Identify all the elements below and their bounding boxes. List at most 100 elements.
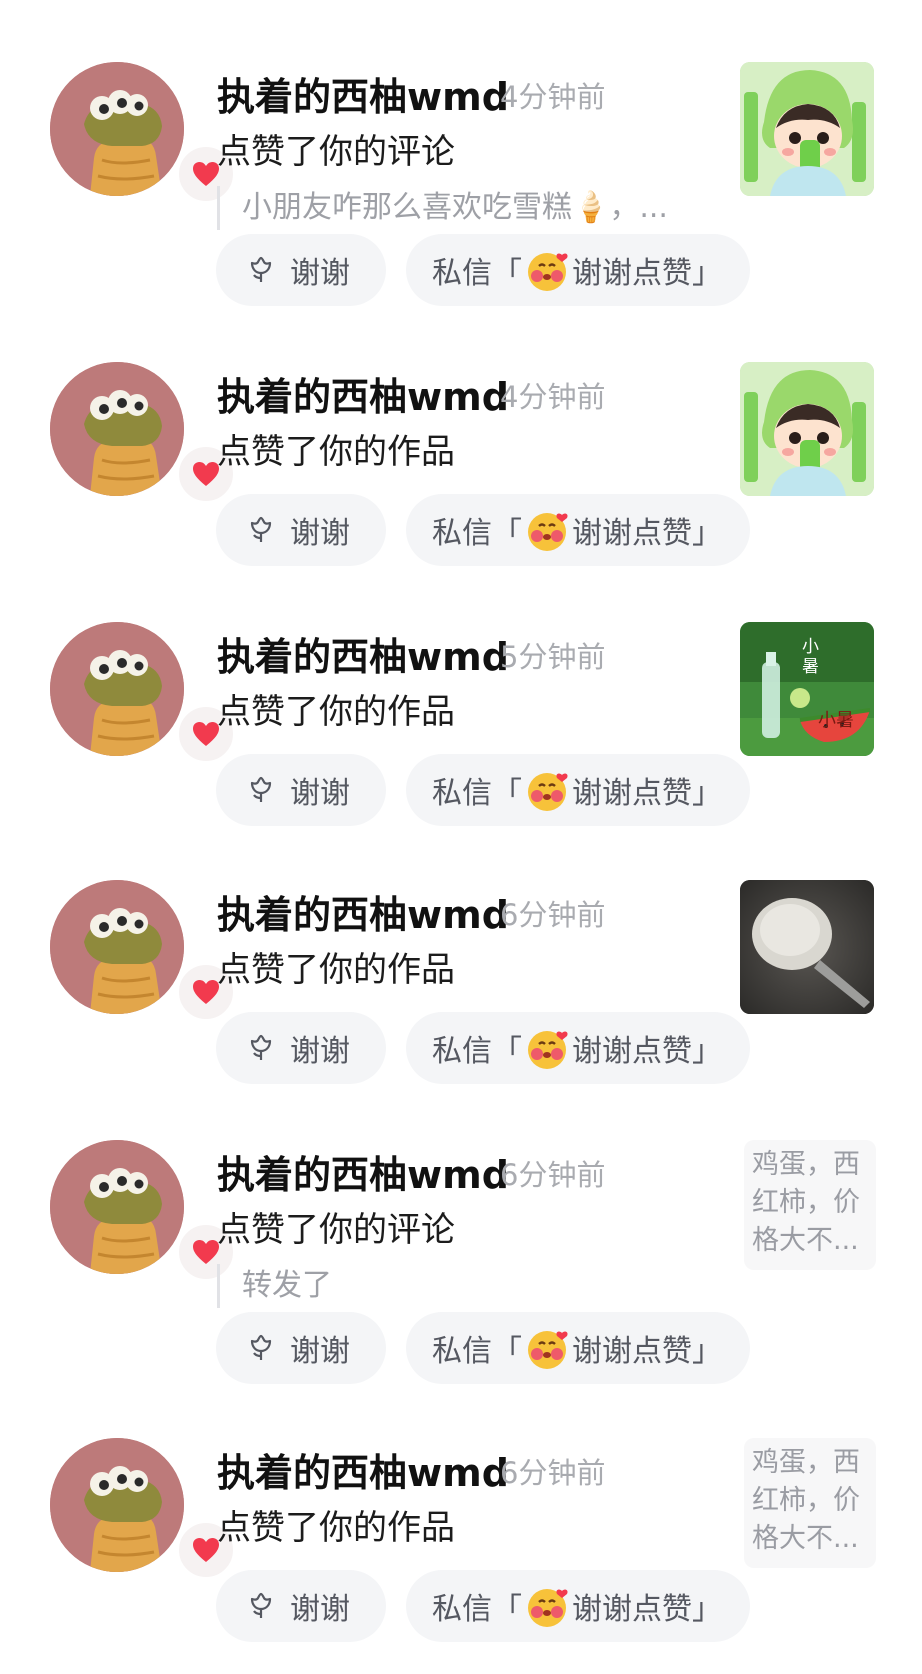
dm-thanks-button[interactable]: 私信「 谢谢点赞 」 [406, 1312, 750, 1384]
blush-emoji-icon [524, 1325, 570, 1371]
dm-thanks-button[interactable]: 私信「 谢谢点赞 」 [406, 754, 750, 826]
dm-text: 谢谢点赞 [572, 1034, 692, 1069]
thanks-button-label: 谢谢 [290, 776, 350, 811]
flower-icon [246, 1591, 276, 1621]
action-text: 点赞了你的作品 [217, 692, 455, 732]
avatar-image [50, 880, 184, 1014]
notification-item[interactable]: 执着的西柚wmd 5分钟前 点赞了你的作品 谢谢 私信「 谢谢点赞 」 小 暑 … [0, 622, 922, 880]
blush-emoji-icon [524, 247, 570, 293]
flower-icon [246, 255, 276, 285]
dm-thanks-button[interactable]: 私信「 谢谢点赞 」 [406, 494, 750, 566]
thumbnail-text-line: 红柿，价 [752, 1187, 860, 1218]
blush-emoji-icon [524, 1583, 570, 1629]
notification-item[interactable]: 执着的西柚wmd 4分钟前 点赞了你的作品 谢谢 私信「 谢谢点赞 」 [0, 362, 922, 622]
notification-item[interactable]: 执着的西柚wmd 6分钟前 点赞了你的作品 谢谢 私信「 谢谢点赞 」 鸡蛋，西… [0, 1438, 922, 1674]
post-thumbnail-image [740, 362, 874, 496]
dm-prefix: 私信「 [432, 256, 522, 291]
heart-icon [192, 1239, 220, 1265]
heart-icon [192, 721, 220, 747]
avatar[interactable] [50, 62, 236, 204]
thumbnail-text-line: 格大不... [752, 1225, 859, 1256]
thumbnail-text-line: 格大不... [752, 1523, 859, 1554]
thanks-button[interactable]: 谢谢 [216, 1312, 386, 1384]
post-thumbnail[interactable] [740, 62, 874, 196]
thumbnail-text-line: 红柿，价 [752, 1485, 860, 1516]
action-text: 点赞了你的作品 [217, 432, 455, 472]
dm-prefix: 私信「 [432, 776, 522, 811]
heart-icon [192, 161, 220, 187]
dm-text: 谢谢点赞 [572, 1334, 692, 1369]
post-thumbnail-image [740, 62, 874, 196]
heart-icon [192, 461, 220, 487]
dm-prefix: 私信「 [432, 1334, 522, 1369]
action-text: 点赞了你的评论 [217, 1210, 455, 1250]
username[interactable]: 执着的西柚wmd [217, 66, 509, 121]
action-text: 点赞了你的作品 [217, 950, 455, 990]
dm-text: 谢谢点赞 [572, 1592, 692, 1627]
post-thumbnail[interactable]: 小 暑 小暑 [740, 622, 874, 756]
username[interactable]: 执着的西柚wmd [217, 1144, 509, 1199]
dm-thanks-button[interactable]: 私信「 谢谢点赞 」 [406, 1570, 750, 1642]
dm-suffix: 」 [692, 256, 722, 291]
thanks-button-label: 谢谢 [290, 1592, 350, 1627]
timestamp: 4分钟前 [500, 380, 606, 414]
action-text: 点赞了你的评论 [217, 132, 455, 172]
avatar-image [50, 62, 184, 196]
dm-text: 谢谢点赞 [572, 256, 692, 291]
action-text: 点赞了你的作品 [217, 1508, 455, 1548]
quoted-comment[interactable]: 转发了 [217, 1264, 332, 1308]
thanks-button[interactable]: 谢谢 [216, 1012, 386, 1084]
flower-icon [246, 1333, 276, 1363]
dm-text: 谢谢点赞 [572, 516, 692, 551]
thanks-button[interactable]: 谢谢 [216, 494, 386, 566]
blush-emoji-icon [524, 1025, 570, 1071]
dm-text: 谢谢点赞 [572, 776, 692, 811]
avatar[interactable] [50, 1438, 236, 1580]
timestamp: 5分钟前 [500, 640, 606, 674]
post-text-thumbnail[interactable]: 鸡蛋，西红柿，价格大不... [744, 1438, 876, 1568]
notification-item[interactable]: 执着的西柚wmd 4分钟前 点赞了你的评论 小朋友咋那么喜欢吃雪糕🍦，... 谢… [0, 62, 922, 362]
thumbnail-text-line: 鸡蛋，西 [752, 1447, 860, 1478]
dm-prefix: 私信「 [432, 1592, 522, 1627]
avatar-image [50, 1140, 184, 1274]
username[interactable]: 执着的西柚wmd [217, 1442, 509, 1497]
avatar-image [50, 362, 184, 496]
timestamp: 6分钟前 [500, 1456, 606, 1490]
notification-item[interactable]: 执着的西柚wmd 6分钟前 点赞了你的评论 转发了 谢谢 私信「 谢谢点赞 」 … [0, 1140, 922, 1438]
heart-icon [192, 1537, 220, 1563]
avatar[interactable] [50, 1140, 236, 1282]
thanks-button[interactable]: 谢谢 [216, 234, 386, 306]
flower-icon [246, 515, 276, 545]
thanks-button[interactable]: 谢谢 [216, 1570, 386, 1642]
notification-item[interactable]: 执着的西柚wmd 6分钟前 点赞了你的作品 谢谢 私信「 谢谢点赞 」 [0, 880, 922, 1140]
avatar-image [50, 1438, 184, 1572]
timestamp: 6分钟前 [500, 898, 606, 932]
avatar[interactable] [50, 880, 236, 1022]
avatar[interactable] [50, 362, 236, 504]
thumbnail-text-line: 鸡蛋，西 [752, 1149, 860, 1180]
timestamp: 4分钟前 [500, 80, 606, 114]
quoted-comment[interactable]: 小朋友咋那么喜欢吃雪糕🍦，... [217, 186, 668, 230]
flower-icon [246, 1033, 276, 1063]
thanks-button-label: 谢谢 [290, 1034, 350, 1069]
thumbnail-caption: 小暑 [818, 710, 854, 731]
post-thumbnail[interactable] [740, 880, 874, 1014]
dm-suffix: 」 [692, 516, 722, 551]
thanks-button-label: 谢谢 [290, 516, 350, 551]
dm-thanks-button[interactable]: 私信「 谢谢点赞 」 [406, 1012, 750, 1084]
post-text-thumbnail[interactable]: 鸡蛋，西红柿，价格大不... [744, 1140, 876, 1270]
heart-icon [192, 979, 220, 1005]
username[interactable]: 执着的西柚wmd [217, 626, 509, 681]
username[interactable]: 执着的西柚wmd [217, 884, 509, 939]
username[interactable]: 执着的西柚wmd [217, 366, 509, 421]
post-thumbnail[interactable] [740, 362, 874, 496]
thanks-button-label: 谢谢 [290, 256, 350, 291]
thanks-button-label: 谢谢 [290, 1334, 350, 1369]
thanks-button[interactable]: 谢谢 [216, 754, 386, 826]
dm-prefix: 私信「 [432, 516, 522, 551]
avatar[interactable] [50, 622, 236, 764]
dm-suffix: 」 [692, 1034, 722, 1069]
timestamp: 6分钟前 [500, 1158, 606, 1192]
dm-thanks-button[interactable]: 私信「 谢谢点赞 」 [406, 234, 750, 306]
dm-suffix: 」 [692, 1592, 722, 1627]
